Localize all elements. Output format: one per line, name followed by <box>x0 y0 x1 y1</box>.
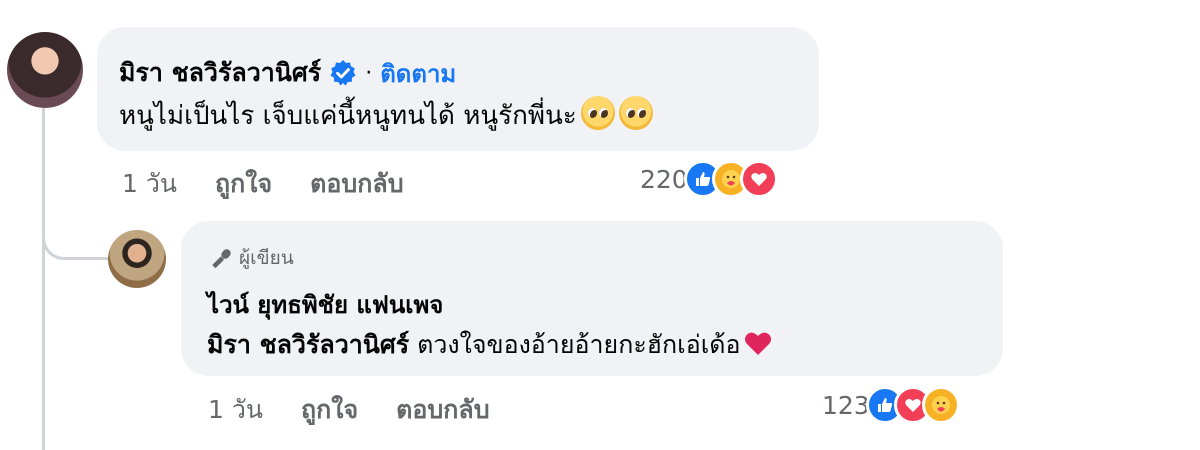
avatar[interactable] <box>7 32 83 108</box>
comment-actions: 1 วัน ถูกใจ ตอบกลับ <box>122 164 442 204</box>
comment-timestamp[interactable]: 1 วัน <box>122 164 177 204</box>
avatar[interactable] <box>108 230 166 288</box>
comment-bubble: มิรา ชลวิรัลวานิศร์ · ติดตาม หนูไม่เป็นไ… <box>97 27 819 151</box>
reply-actions: 1 วัน ถูกใจ ตอบกลับ <box>208 390 528 430</box>
like-button[interactable]: ถูกใจ <box>215 164 272 204</box>
reaction-summary[interactable]: 220 <box>640 160 778 198</box>
microphone-icon <box>212 249 231 269</box>
reaction-count: 220 <box>640 164 688 194</box>
comment-author-name[interactable]: มิรา ชลวิรัลวานิศร์ <box>119 53 321 93</box>
care-icon <box>921 386 960 424</box>
pleading-face-icon <box>618 96 653 130</box>
reply-bubble: ผู้เขียน ไวน์ ยุทธพิชัย แฟนเพจ มิรา ชลวิ… <box>181 221 1003 376</box>
reply-connector-line <box>42 205 108 260</box>
reply-author-name[interactable]: ไวน์ ยุทธพิชัย แฟนเพจ <box>207 285 443 324</box>
pleading-face-icon <box>580 96 615 130</box>
reaction-count: 123 <box>822 390 870 420</box>
verified-badge-icon <box>329 59 357 87</box>
comment-header: มิรา ชลวิรัลวานิศร์ · ติดตาม <box>119 53 456 93</box>
follow-button[interactable]: ติดตาม <box>380 54 456 93</box>
reaction-summary[interactable]: 123 <box>822 386 960 424</box>
reply-text: มิรา ชลวิรัลวานิศร์ ตวงใจของอ้ายอ้ายกะฮั… <box>207 325 773 365</box>
red-heart-icon <box>743 329 773 363</box>
reply-button[interactable]: ตอบกลับ <box>310 164 403 204</box>
comment-text: หนูไม่เป็นไร เจ็บแค่นี้หนูทนได้ หนูรักพี… <box>119 95 653 136</box>
reply-timestamp[interactable]: 1 วัน <box>208 390 263 430</box>
author-badge-label: ผู้เขียน <box>239 247 294 269</box>
thread-line <box>42 108 45 450</box>
mention-link[interactable]: มิรา ชลวิรัลวานิศร์ <box>207 330 409 359</box>
reply-body: ตวงใจของอ้ายอ้ายกะฮักเอ่เด้อ <box>417 330 741 359</box>
author-badge: ผู้เขียน <box>211 243 294 273</box>
comment-body: หนูไม่เป็นไร เจ็บแค่นี้หนูทนได้ หนูรักพี… <box>119 101 577 131</box>
reply-button[interactable]: ตอบกลับ <box>396 390 489 430</box>
like-button[interactable]: ถูกใจ <box>301 390 358 430</box>
love-icon <box>739 160 778 198</box>
separator-dot: · <box>365 60 373 86</box>
